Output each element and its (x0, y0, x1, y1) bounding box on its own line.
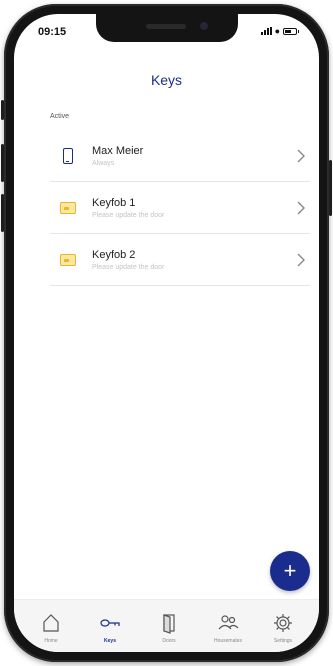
wifi-icon: ● (274, 26, 280, 36)
chevron-right-icon (297, 201, 305, 214)
tab-housemates[interactable]: Housemates (203, 612, 253, 644)
tab-label: Doors (162, 638, 176, 644)
key-subtitle: Please update the door (92, 263, 165, 271)
notch (96, 14, 238, 42)
key-subtitle: Please update the door (92, 211, 165, 219)
tab-bar: Home Keys Doors Housemates Settings (14, 599, 319, 652)
tab-label: Home (44, 638, 58, 644)
chevron-right-icon (297, 253, 305, 266)
tab-label: Settings (273, 638, 293, 644)
tab-settings[interactable]: Settings (258, 612, 308, 644)
people-icon (218, 615, 239, 630)
tab-keys[interactable]: Keys (85, 612, 135, 644)
speaker-grille (146, 24, 186, 29)
key-row-keyfob-2[interactable]: Keyfob 2 Please update the door (50, 234, 310, 286)
gear-icon (274, 614, 292, 632)
key-row-keyfob-1[interactable]: Keyfob 1 Please update the door (50, 182, 310, 234)
front-camera (200, 22, 208, 30)
volume-up-button (1, 144, 4, 182)
tab-home[interactable]: Home (26, 612, 76, 644)
key-row-max-meier[interactable]: Max Meier Always (50, 130, 310, 182)
page-title: Keys (150, 72, 183, 88)
add-key-button[interactable]: + (270, 551, 310, 591)
key-icon (100, 619, 120, 627)
keyfob-icon (60, 253, 76, 266)
keyfob-icon (60, 201, 76, 214)
keys-list: Max Meier Always Keyfob 1 Please update … (50, 130, 310, 286)
battery-icon (283, 27, 299, 35)
key-subtitle: Always (92, 159, 115, 167)
app-screen: 09:15 ● Keys Active Max Meier Always Key… (14, 14, 319, 652)
key-title: Keyfob 2 (92, 248, 136, 261)
door-icon (163, 614, 175, 634)
tab-label: Keys (104, 638, 116, 644)
signal-icon (260, 27, 272, 35)
home-icon (43, 614, 59, 632)
status-icons: ● (260, 26, 299, 36)
phone-frame: 09:15 ● Keys Active Max Meier Always Key… (1, 4, 332, 662)
tab-label: Housemates (213, 638, 243, 644)
key-title: Max Meier (92, 144, 144, 157)
tab-doors[interactable]: Doors (144, 612, 194, 644)
mute-switch (1, 100, 4, 120)
smartphone-icon (63, 147, 73, 164)
section-label-active: Active (50, 113, 70, 120)
status-time: 09:15 (38, 26, 67, 38)
power-button (329, 160, 332, 216)
key-title: Keyfob 1 (92, 196, 136, 209)
volume-down-button (1, 194, 4, 232)
chevron-right-icon (297, 149, 305, 162)
